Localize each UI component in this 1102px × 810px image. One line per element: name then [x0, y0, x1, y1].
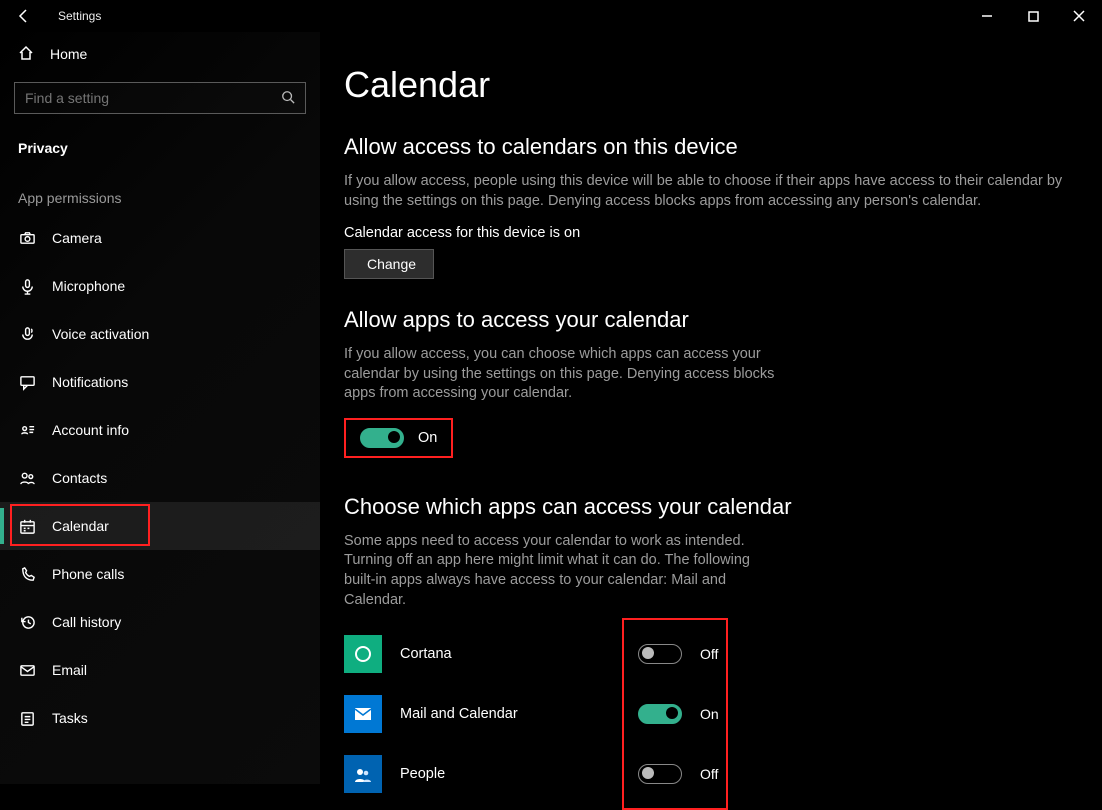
- people-icon: [18, 470, 36, 487]
- maximize-button[interactable]: [1010, 0, 1056, 32]
- sidebar-item-camera[interactable]: Camera: [0, 214, 320, 262]
- voice-icon: [18, 326, 36, 343]
- app-name: Mail and Calendar: [400, 706, 620, 722]
- sidebar-item-label: Email: [52, 662, 87, 678]
- allow-apps-toggle-label: On: [418, 430, 437, 446]
- sidebar-item-label: Tasks: [52, 710, 88, 726]
- highlight-master-toggle: On: [344, 418, 453, 458]
- app-toggle-label: Off: [700, 646, 740, 662]
- category-heading: Privacy: [0, 124, 320, 162]
- sidebar-item-calendar[interactable]: Calendar: [0, 502, 320, 550]
- sidebar-item-phone-calls[interactable]: Phone calls: [0, 550, 320, 598]
- s1-status: Calendar access for this device is on: [344, 225, 1102, 241]
- sidebar-item-tasks[interactable]: Tasks: [0, 694, 320, 742]
- calendar-icon: [18, 518, 36, 535]
- phone-icon: [18, 566, 36, 583]
- app-icon: [344, 635, 382, 673]
- sidebar-item-call-history[interactable]: Call history: [0, 598, 320, 646]
- app-name: People: [400, 766, 620, 782]
- content-pane: Calendar Allow access to calendars on th…: [320, 32, 1102, 784]
- sidebar-item-email[interactable]: Email: [0, 646, 320, 694]
- sidebar-item-contacts[interactable]: Contacts: [0, 454, 320, 502]
- camera-icon: [18, 230, 36, 247]
- s1-heading: Allow access to calendars on this device: [344, 134, 1102, 160]
- close-button[interactable]: [1056, 0, 1102, 32]
- s1-desc: If you allow access, people using this d…: [344, 172, 1094, 211]
- sidebar-item-label: Voice activation: [52, 326, 149, 342]
- s2-desc: If you allow access, you can choose whic…: [344, 345, 794, 404]
- title-bar: Settings: [0, 0, 1102, 32]
- mail-icon: [18, 662, 36, 679]
- sidebar: Home Privacy App permissions Camera Micro…: [0, 32, 320, 784]
- app-icon: [344, 695, 382, 733]
- s3-heading: Choose which apps can access your calend…: [344, 494, 1102, 520]
- home-label: Home: [50, 46, 87, 62]
- sidebar-item-label: Call history: [52, 614, 121, 630]
- allow-apps-toggle[interactable]: [360, 428, 404, 448]
- sidebar-item-microphone[interactable]: Microphone: [0, 262, 320, 310]
- app-name: Cortana: [400, 646, 620, 662]
- window-title: Settings: [58, 9, 101, 23]
- tasks-icon: [18, 710, 36, 727]
- sidebar-item-label: Account info: [52, 422, 129, 438]
- sidebar-item-label: Notifications: [52, 374, 128, 390]
- minimize-button[interactable]: [964, 0, 1010, 32]
- back-button[interactable]: [0, 0, 48, 32]
- history-icon: [18, 614, 36, 631]
- home-icon: [18, 45, 34, 64]
- home-nav[interactable]: Home: [0, 32, 320, 76]
- sidebar-item-account-info[interactable]: Account info: [0, 406, 320, 454]
- app-row-mail-and-calendar: Mail and Calendar On: [344, 684, 1102, 744]
- microphone-icon: [18, 278, 36, 295]
- app-icon: [344, 755, 382, 793]
- search-input[interactable]: [25, 90, 281, 106]
- app-toggle-label: On: [700, 706, 740, 722]
- app-toggle[interactable]: [638, 764, 682, 784]
- sidebar-item-label: Camera: [52, 230, 102, 246]
- change-button[interactable]: Change: [344, 249, 434, 279]
- sidebar-item-label: Calendar: [52, 518, 109, 534]
- app-row-people: People Off: [344, 744, 1102, 804]
- app-row-cortana: Cortana Off: [344, 624, 1102, 684]
- sidebar-item-voice-activation[interactable]: Voice activation: [0, 310, 320, 358]
- app-toggle-label: Off: [700, 766, 740, 782]
- page-title: Calendar: [344, 64, 1102, 106]
- sidebar-item-label: Phone calls: [52, 566, 124, 582]
- id-icon: [18, 422, 36, 439]
- chat-icon: [18, 374, 36, 391]
- group-heading: App permissions: [0, 162, 320, 214]
- app-toggle[interactable]: [638, 644, 682, 664]
- search-box[interactable]: [14, 82, 306, 114]
- sidebar-item-label: Microphone: [52, 278, 125, 294]
- app-toggle[interactable]: [638, 704, 682, 724]
- sidebar-item-notifications[interactable]: Notifications: [0, 358, 320, 406]
- search-icon: [281, 90, 295, 107]
- sidebar-item-label: Contacts: [52, 470, 107, 486]
- s3-desc: Some apps need to access your calendar t…: [344, 532, 784, 610]
- s2-heading: Allow apps to access your calendar: [344, 307, 1102, 333]
